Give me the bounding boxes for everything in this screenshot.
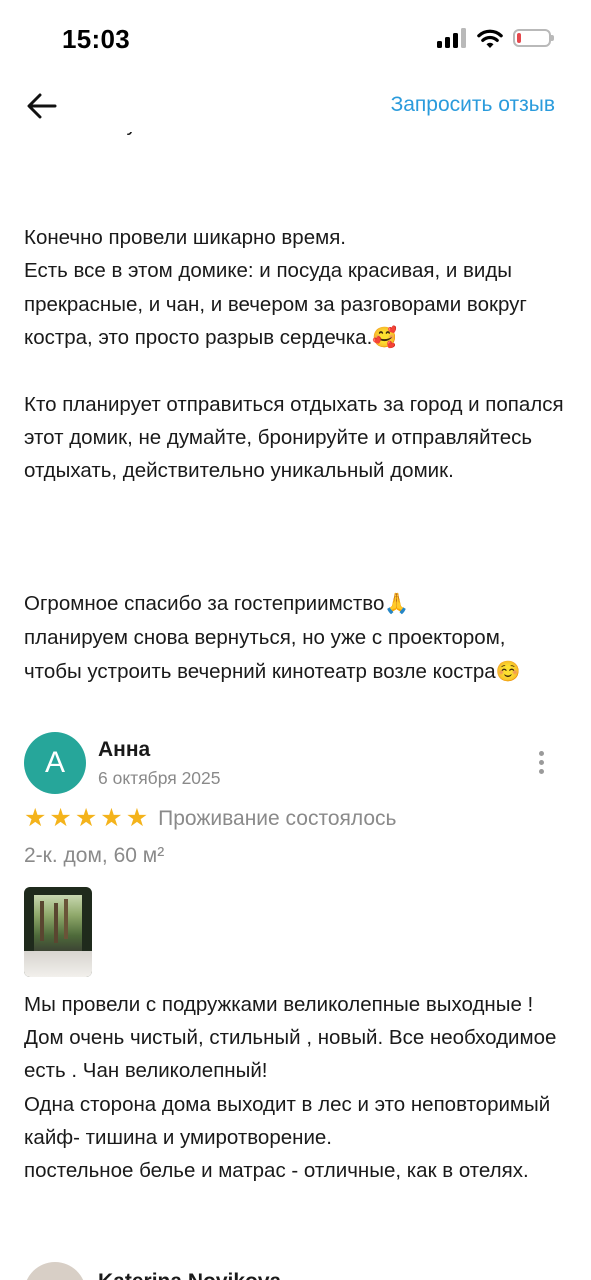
smiling-hearts-emoji-icon: 🥰 [372, 326, 398, 349]
review-photo-thumbnail[interactable] [24, 887, 92, 977]
avatar[interactable] [24, 1262, 86, 1280]
review-paragraph: Конечно провели шикарно время. Есть все … [24, 226, 527, 349]
previous-review-paragraph-3: Огромное спасибо за гостеприимство🙏 план… [24, 554, 567, 689]
cellular-signal-icon [437, 28, 466, 48]
photo-trees [40, 901, 44, 941]
review-author[interactable]: Katerina Novikova [98, 1270, 281, 1280]
dot [538, 759, 544, 765]
battery-level [517, 33, 521, 43]
status-bar: 15:03 [0, 0, 591, 80]
battery-icon [513, 29, 554, 47]
property-info: 2-к. дом, 60 м² [24, 844, 165, 867]
review-body: Мы провели с подружками великолепные вых… [24, 993, 557, 1183]
stay-status: Проживание состоялось [158, 806, 397, 830]
previous-review-text: Конечно провели шикарно время. Есть все … [24, 188, 567, 355]
star-icon: ★ [49, 804, 72, 832]
review-paragraph: Огромное спасибо за гостеприимство [24, 592, 385, 616]
star-icon: ★ [125, 804, 149, 832]
more-options-button[interactable] [529, 744, 553, 780]
back-button[interactable] [22, 86, 62, 126]
avatar[interactable]: А [24, 732, 86, 794]
status-icons [437, 28, 554, 48]
status-time: 15:03 [62, 24, 130, 54]
arrow-left-icon [27, 93, 57, 119]
star-icon: ★ [100, 804, 123, 832]
rating-row: ★ ★ ★ ★ ★ Проживание состоялось [24, 806, 397, 831]
dot [538, 750, 544, 756]
previous-review-paragraph-2: Кто планирует отправиться отдыхать за го… [24, 393, 564, 483]
dot [538, 768, 544, 774]
star-icon: ★ [74, 804, 98, 832]
reviews-list[interactable]: ни по плану. Конечно провели шикарно вре… [0, 120, 591, 1280]
star-icon: ★ [24, 804, 47, 832]
folded-hands-emoji-icon: 🙏 [384, 593, 410, 616]
photo-bed [24, 951, 92, 977]
review-paragraph: планируем снова вернуться, но уже с прое… [24, 626, 506, 683]
avatar-letter: А [44, 746, 65, 779]
smiling-face-emoji-icon: ☺️ [495, 660, 521, 683]
request-review-link[interactable]: Запросить отзыв [391, 93, 555, 117]
wifi-icon [477, 29, 503, 48]
nav-bar: Запросить отзыв [0, 80, 591, 132]
review-date: 6 октября 2025 [98, 768, 221, 788]
review-author[interactable]: Анна [98, 738, 150, 762]
rating-stars: ★ ★ ★ ★ ★ [24, 806, 148, 831]
